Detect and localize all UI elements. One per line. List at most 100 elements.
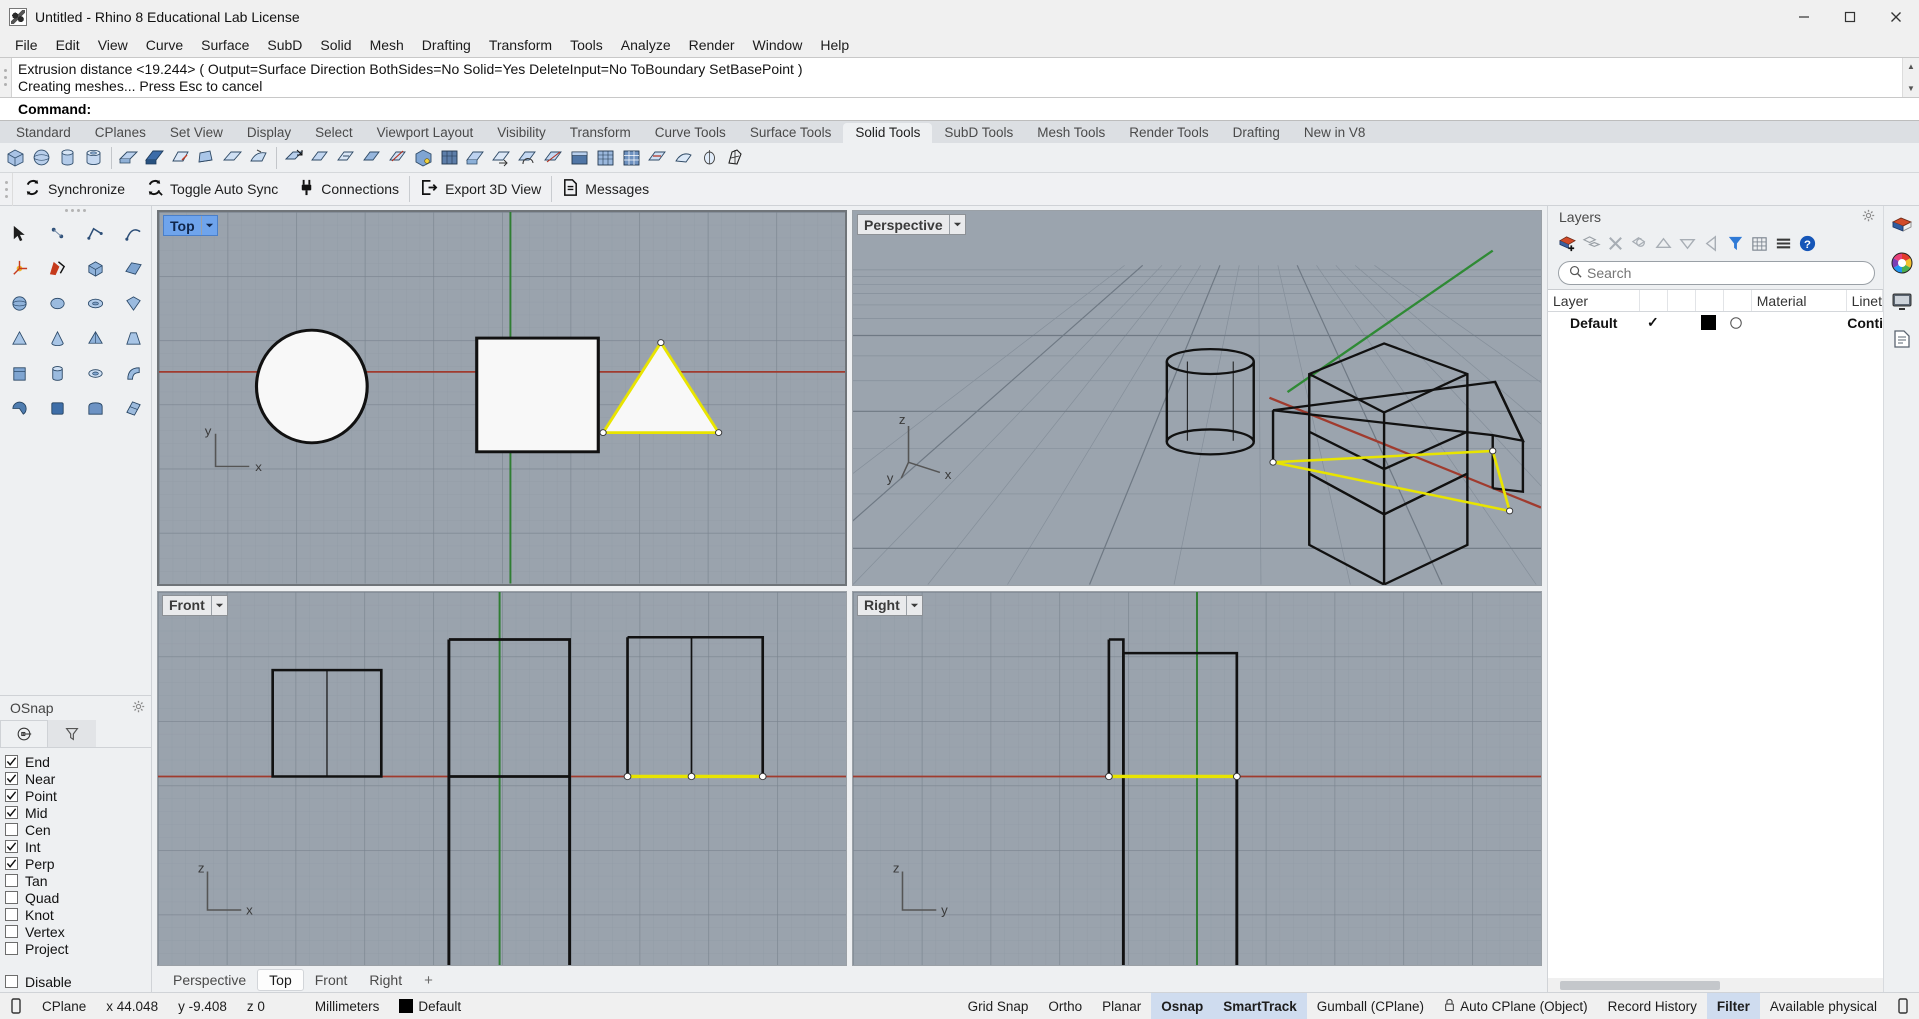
extrude-surface-icon[interactable] bbox=[116, 145, 141, 170]
synchronize-button[interactable]: Synchronize bbox=[13, 173, 135, 206]
add-viewport-icon[interactable]: + bbox=[413, 970, 444, 991]
display-icon[interactable] bbox=[1889, 288, 1915, 314]
chevron-down-icon[interactable] bbox=[200, 216, 217, 235]
toggle-smarttrack[interactable]: SmartTrack bbox=[1213, 992, 1307, 1019]
command-history-scrollbar[interactable]: ▲ ▼ bbox=[1902, 58, 1919, 97]
tab-cplanes[interactable]: CPlanes bbox=[83, 123, 158, 143]
plugin-toolbar-grip[interactable] bbox=[0, 172, 13, 206]
status-end-icon[interactable] bbox=[1887, 993, 1919, 1019]
osnap-tab-snaps[interactable] bbox=[0, 720, 48, 747]
osnap-checkbox-near[interactable] bbox=[5, 772, 18, 785]
osnap-option-end[interactable]: End bbox=[5, 753, 151, 770]
viewport-tab-right[interactable]: Right bbox=[358, 970, 413, 990]
cylinder-primitive-icon[interactable] bbox=[40, 356, 75, 391]
tab-display[interactable]: Display bbox=[235, 123, 303, 143]
osnap-checkbox-quad[interactable] bbox=[5, 891, 18, 904]
solid-fillet-edge-icon[interactable] bbox=[437, 145, 462, 170]
osnap-option-knot[interactable]: Knot bbox=[5, 906, 151, 923]
extrude-taper-icon[interactable] bbox=[168, 145, 193, 170]
boolean-tools-icon[interactable] bbox=[40, 251, 75, 286]
osnap-option-mid[interactable]: Mid bbox=[5, 804, 151, 821]
tab-transform[interactable]: Transform bbox=[558, 123, 643, 143]
point-object-icon[interactable] bbox=[40, 216, 75, 251]
toggle-auto-sync-button[interactable]: Toggle Auto Sync bbox=[135, 173, 288, 206]
chevron-down-icon[interactable] bbox=[905, 595, 922, 615]
osnap-option-project[interactable]: Project bbox=[5, 940, 151, 957]
extrude-face-icon[interactable] bbox=[463, 145, 488, 170]
messages-button[interactable]: Messages bbox=[552, 173, 659, 206]
maximize-button[interactable] bbox=[1827, 0, 1873, 33]
tab-surface-tools[interactable]: Surface Tools bbox=[738, 123, 844, 143]
column-layer[interactable]: Layer bbox=[1548, 290, 1640, 311]
layers-search-box[interactable] bbox=[1558, 261, 1875, 285]
osnap-option-disable[interactable]: Disable bbox=[5, 973, 151, 990]
layers-horizontal-scrollbar[interactable] bbox=[1548, 978, 1883, 992]
osnap-checkbox-mid[interactable] bbox=[5, 806, 18, 819]
osnap-checkbox-int[interactable] bbox=[5, 840, 18, 853]
new-layer-icon[interactable] bbox=[1556, 232, 1578, 254]
toggle-grid-snap[interactable]: Grid Snap bbox=[958, 993, 1039, 1019]
tab-visibility[interactable]: Visibility bbox=[485, 123, 558, 143]
sweep-icon[interactable] bbox=[78, 391, 113, 426]
split-face-icon[interactable] bbox=[541, 145, 566, 170]
viewport-top[interactable]: y x Top bbox=[157, 210, 847, 586]
osnap-checkbox-perp[interactable] bbox=[5, 857, 18, 870]
torus-icon[interactable] bbox=[78, 286, 113, 321]
cylinder-icon[interactable] bbox=[55, 145, 80, 170]
toggle-gumball[interactable]: Gumball (CPlane) bbox=[1307, 993, 1434, 1019]
pyramid-icon[interactable] bbox=[78, 321, 113, 356]
layer-print-circle[interactable] bbox=[1722, 312, 1750, 333]
copy-layer-icon[interactable] bbox=[1628, 232, 1650, 254]
cap-planar-holes-icon[interactable] bbox=[281, 145, 306, 170]
menu-window[interactable]: Window bbox=[744, 34, 812, 56]
boolean-union-icon[interactable] bbox=[307, 145, 332, 170]
osnap-checkbox-vertex[interactable] bbox=[5, 925, 18, 938]
cube-primitive-icon[interactable] bbox=[2, 356, 37, 391]
tab-render-tools[interactable]: Render Tools bbox=[1117, 123, 1220, 143]
cone-icon[interactable] bbox=[40, 321, 75, 356]
wirecut-icon[interactable] bbox=[593, 145, 618, 170]
tab-select[interactable]: Select bbox=[303, 123, 365, 143]
tube-primitive-icon[interactable] bbox=[78, 356, 113, 391]
menu-surface[interactable]: Surface bbox=[192, 34, 258, 56]
menu-tools[interactable]: Tools bbox=[561, 34, 612, 56]
merge-faces-icon[interactable] bbox=[645, 145, 670, 170]
osnap-option-perp[interactable]: Perp bbox=[5, 855, 151, 872]
filter-icon[interactable] bbox=[1724, 232, 1746, 254]
command-prompt[interactable]: Command: bbox=[0, 98, 1919, 121]
ellipsoid-icon[interactable] bbox=[40, 286, 75, 321]
viewport-front[interactable]: z x Front bbox=[157, 590, 847, 966]
tab-mesh-tools[interactable]: Mesh Tools bbox=[1025, 123, 1117, 143]
patch-icon[interactable] bbox=[116, 391, 151, 426]
unroll-icon[interactable] bbox=[671, 145, 696, 170]
layer-lock-cell[interactable] bbox=[1667, 312, 1695, 333]
tab-drafting[interactable]: Drafting bbox=[1221, 123, 1292, 143]
paraboloid-icon[interactable] bbox=[116, 286, 151, 321]
new-sublayer-icon[interactable] bbox=[1580, 232, 1602, 254]
scrollbar-thumb[interactable] bbox=[1560, 980, 1720, 990]
viewport-tab-top[interactable]: Top bbox=[257, 969, 304, 991]
toggle-osnap[interactable]: Osnap bbox=[1151, 992, 1214, 1019]
column-on[interactable] bbox=[1640, 290, 1668, 311]
move-down-icon[interactable] bbox=[1676, 232, 1698, 254]
menu-view[interactable]: View bbox=[89, 34, 137, 56]
command-history-grip[interactable] bbox=[0, 58, 12, 97]
tab-viewport-layout[interactable]: Viewport Layout bbox=[365, 123, 486, 143]
cone-base-icon[interactable] bbox=[2, 321, 37, 356]
column-color[interactable] bbox=[1696, 290, 1724, 311]
extrude-to-point-icon[interactable] bbox=[194, 145, 219, 170]
menu-curve[interactable]: Curve bbox=[137, 34, 192, 56]
surface-plane-icon[interactable] bbox=[116, 251, 151, 286]
osnap-checkbox-project[interactable] bbox=[5, 942, 18, 955]
close-button[interactable] bbox=[1873, 0, 1919, 33]
column-lock[interactable] bbox=[1668, 290, 1696, 311]
menu-icon[interactable] bbox=[1772, 232, 1794, 254]
gumball-icon[interactable] bbox=[2, 251, 37, 286]
extrude-curved-icon[interactable] bbox=[246, 145, 271, 170]
tube-icon[interactable] bbox=[81, 145, 106, 170]
layer-row-default[interactable]: Default ✓ Conti bbox=[1548, 312, 1883, 333]
truncated-cone-icon[interactable] bbox=[116, 321, 151, 356]
palette-grip[interactable] bbox=[0, 206, 151, 215]
layer-on-check[interactable]: ✓ bbox=[1639, 312, 1667, 333]
menu-render[interactable]: Render bbox=[680, 34, 744, 56]
